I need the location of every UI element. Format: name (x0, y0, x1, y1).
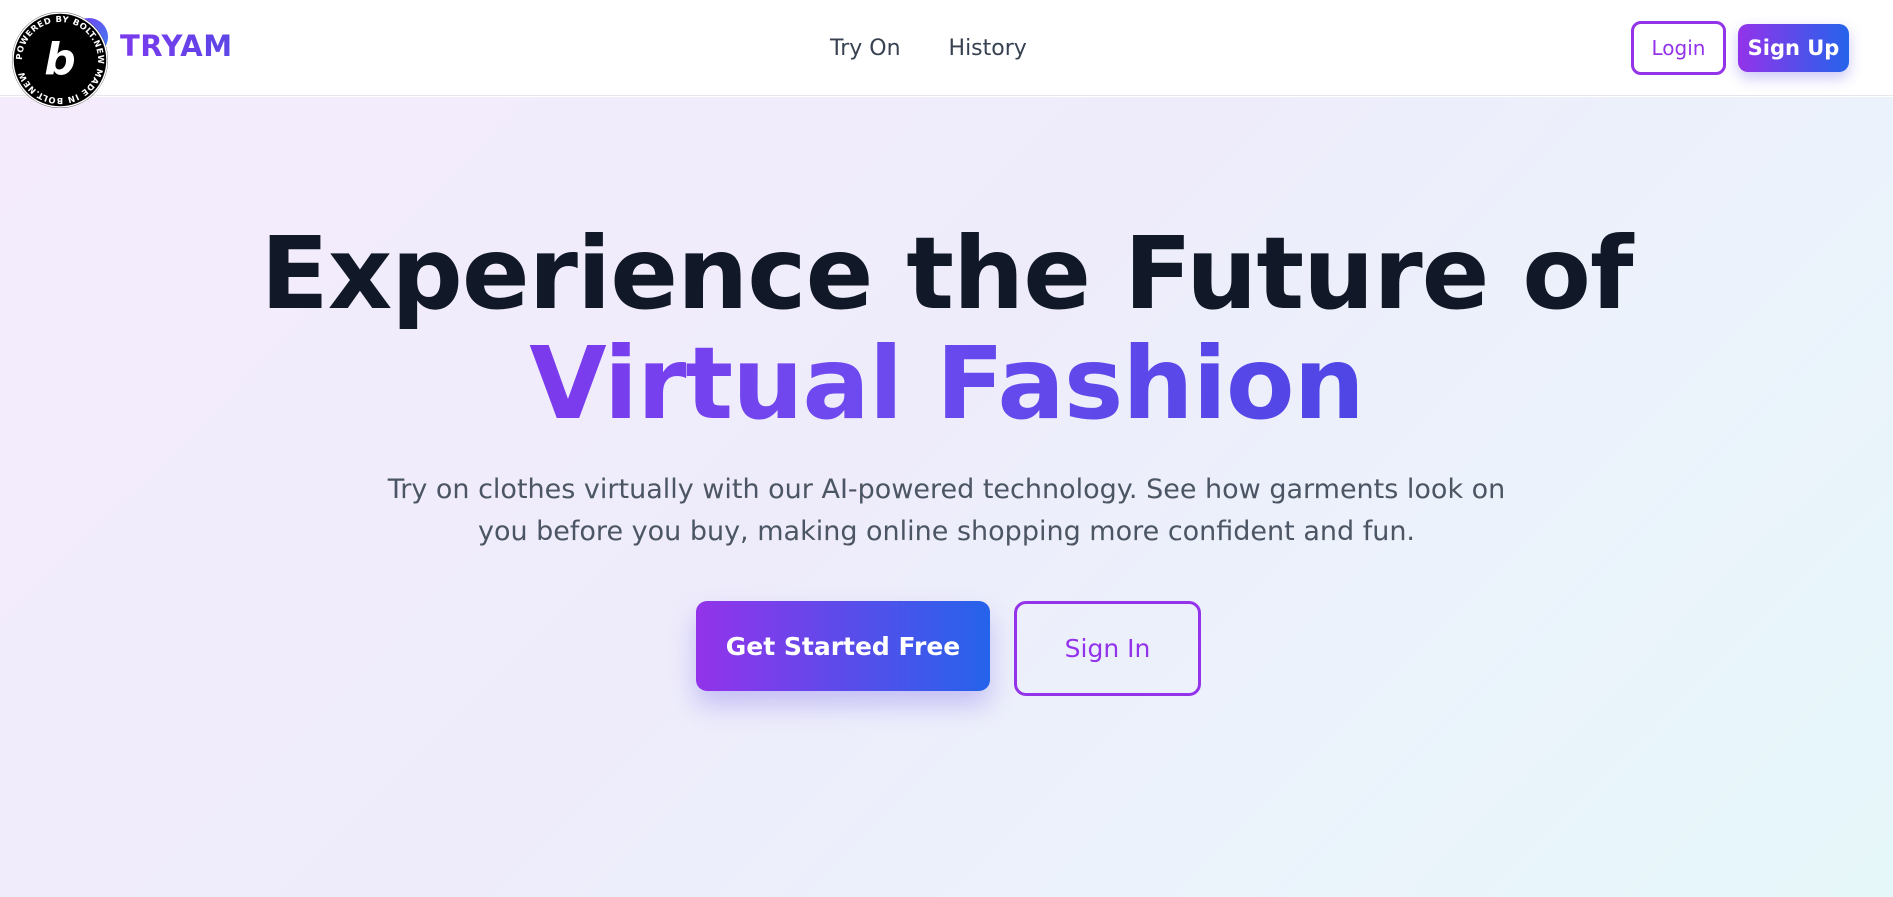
nav-link-try-on[interactable]: Try On (830, 36, 901, 61)
bolt-badge[interactable]: POWERED BY BOLT.NEW MADE IN BOLT.NEW b (11, 11, 109, 109)
hero-subtitle: Try on clothes virtually with our AI-pow… (387, 474, 1506, 547)
login-button[interactable]: Login (1631, 21, 1726, 75)
hero-headline-line-2: Virtual Fashion (0, 334, 1893, 434)
hero-headline-line-1: Experience the Future of (260, 215, 1633, 332)
hero-section: Experience the Future of Virtual Fashion… (0, 97, 1893, 897)
top-nav-bar: TRYAM Try On History Login Sign Up (0, 0, 1893, 96)
landing-page: TRYAM Try On History Login Sign Up POWER… (0, 0, 1893, 897)
sign-up-button[interactable]: Sign Up (1738, 24, 1849, 72)
sign-in-button[interactable]: Sign In (1014, 601, 1201, 696)
brand-name[interactable]: TRYAM (120, 29, 233, 63)
get-started-button[interactable]: Get Started Free (696, 601, 990, 691)
bolt-badge-letter: b (44, 34, 76, 85)
main-nav: Try On History (830, 36, 1027, 61)
bolt-logo-icon: POWERED BY BOLT.NEW MADE IN BOLT.NEW b (12, 12, 108, 108)
hero-headline-gradient-text: Virtual Fashion (529, 325, 1365, 442)
nav-link-history[interactable]: History (949, 36, 1027, 61)
